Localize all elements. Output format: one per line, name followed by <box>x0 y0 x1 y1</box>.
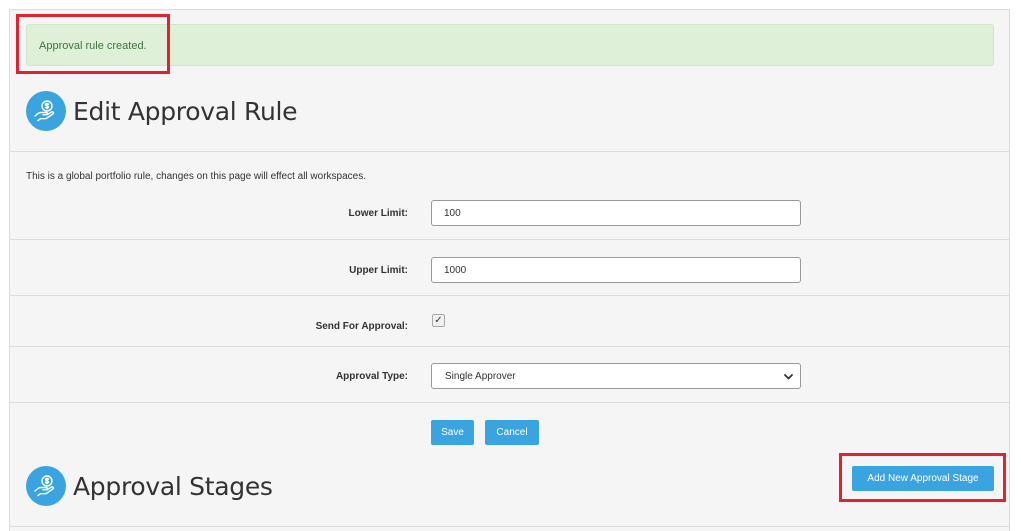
send-for-approval-checkbox[interactable]: ✓ <box>432 314 445 327</box>
success-alert: Approval rule created. <box>26 24 994 66</box>
send-for-approval-label: Send For Approval: <box>315 321 408 332</box>
divider <box>10 295 1009 296</box>
money-hand-icon <box>26 466 66 506</box>
page-title: Edit Approval Rule <box>73 96 298 126</box>
stages-title: Approval Stages <box>73 471 273 501</box>
money-hand-icon <box>26 91 66 131</box>
approval-type-value: Single Approver <box>445 371 516 382</box>
save-button[interactable]: Save <box>431 420 474 445</box>
upper-limit-input[interactable] <box>431 257 801 283</box>
approval-type-label: Approval Type: <box>335 371 408 382</box>
lower-limit-input[interactable] <box>431 200 801 226</box>
chevron-down-icon <box>783 371 794 385</box>
add-approval-stage-button[interactable]: Add New Approval Stage <box>852 466 994 491</box>
page-heading: Edit Approval Rule <box>26 91 298 131</box>
cancel-button[interactable]: Cancel <box>485 420 539 445</box>
approval-type-select[interactable]: Single Approver <box>431 363 801 389</box>
divider <box>10 151 1009 152</box>
divider <box>10 402 1009 403</box>
stages-heading: Approval Stages <box>26 466 273 506</box>
upper-limit-label: Upper Limit: <box>349 265 408 276</box>
divider <box>10 526 1009 527</box>
lower-limit-label: Lower Limit: <box>348 208 408 219</box>
divider <box>10 346 1009 347</box>
divider <box>10 239 1009 240</box>
alert-message: Approval rule created. <box>39 40 147 52</box>
global-rule-notice: This is a global portfolio rule, changes… <box>26 171 366 182</box>
